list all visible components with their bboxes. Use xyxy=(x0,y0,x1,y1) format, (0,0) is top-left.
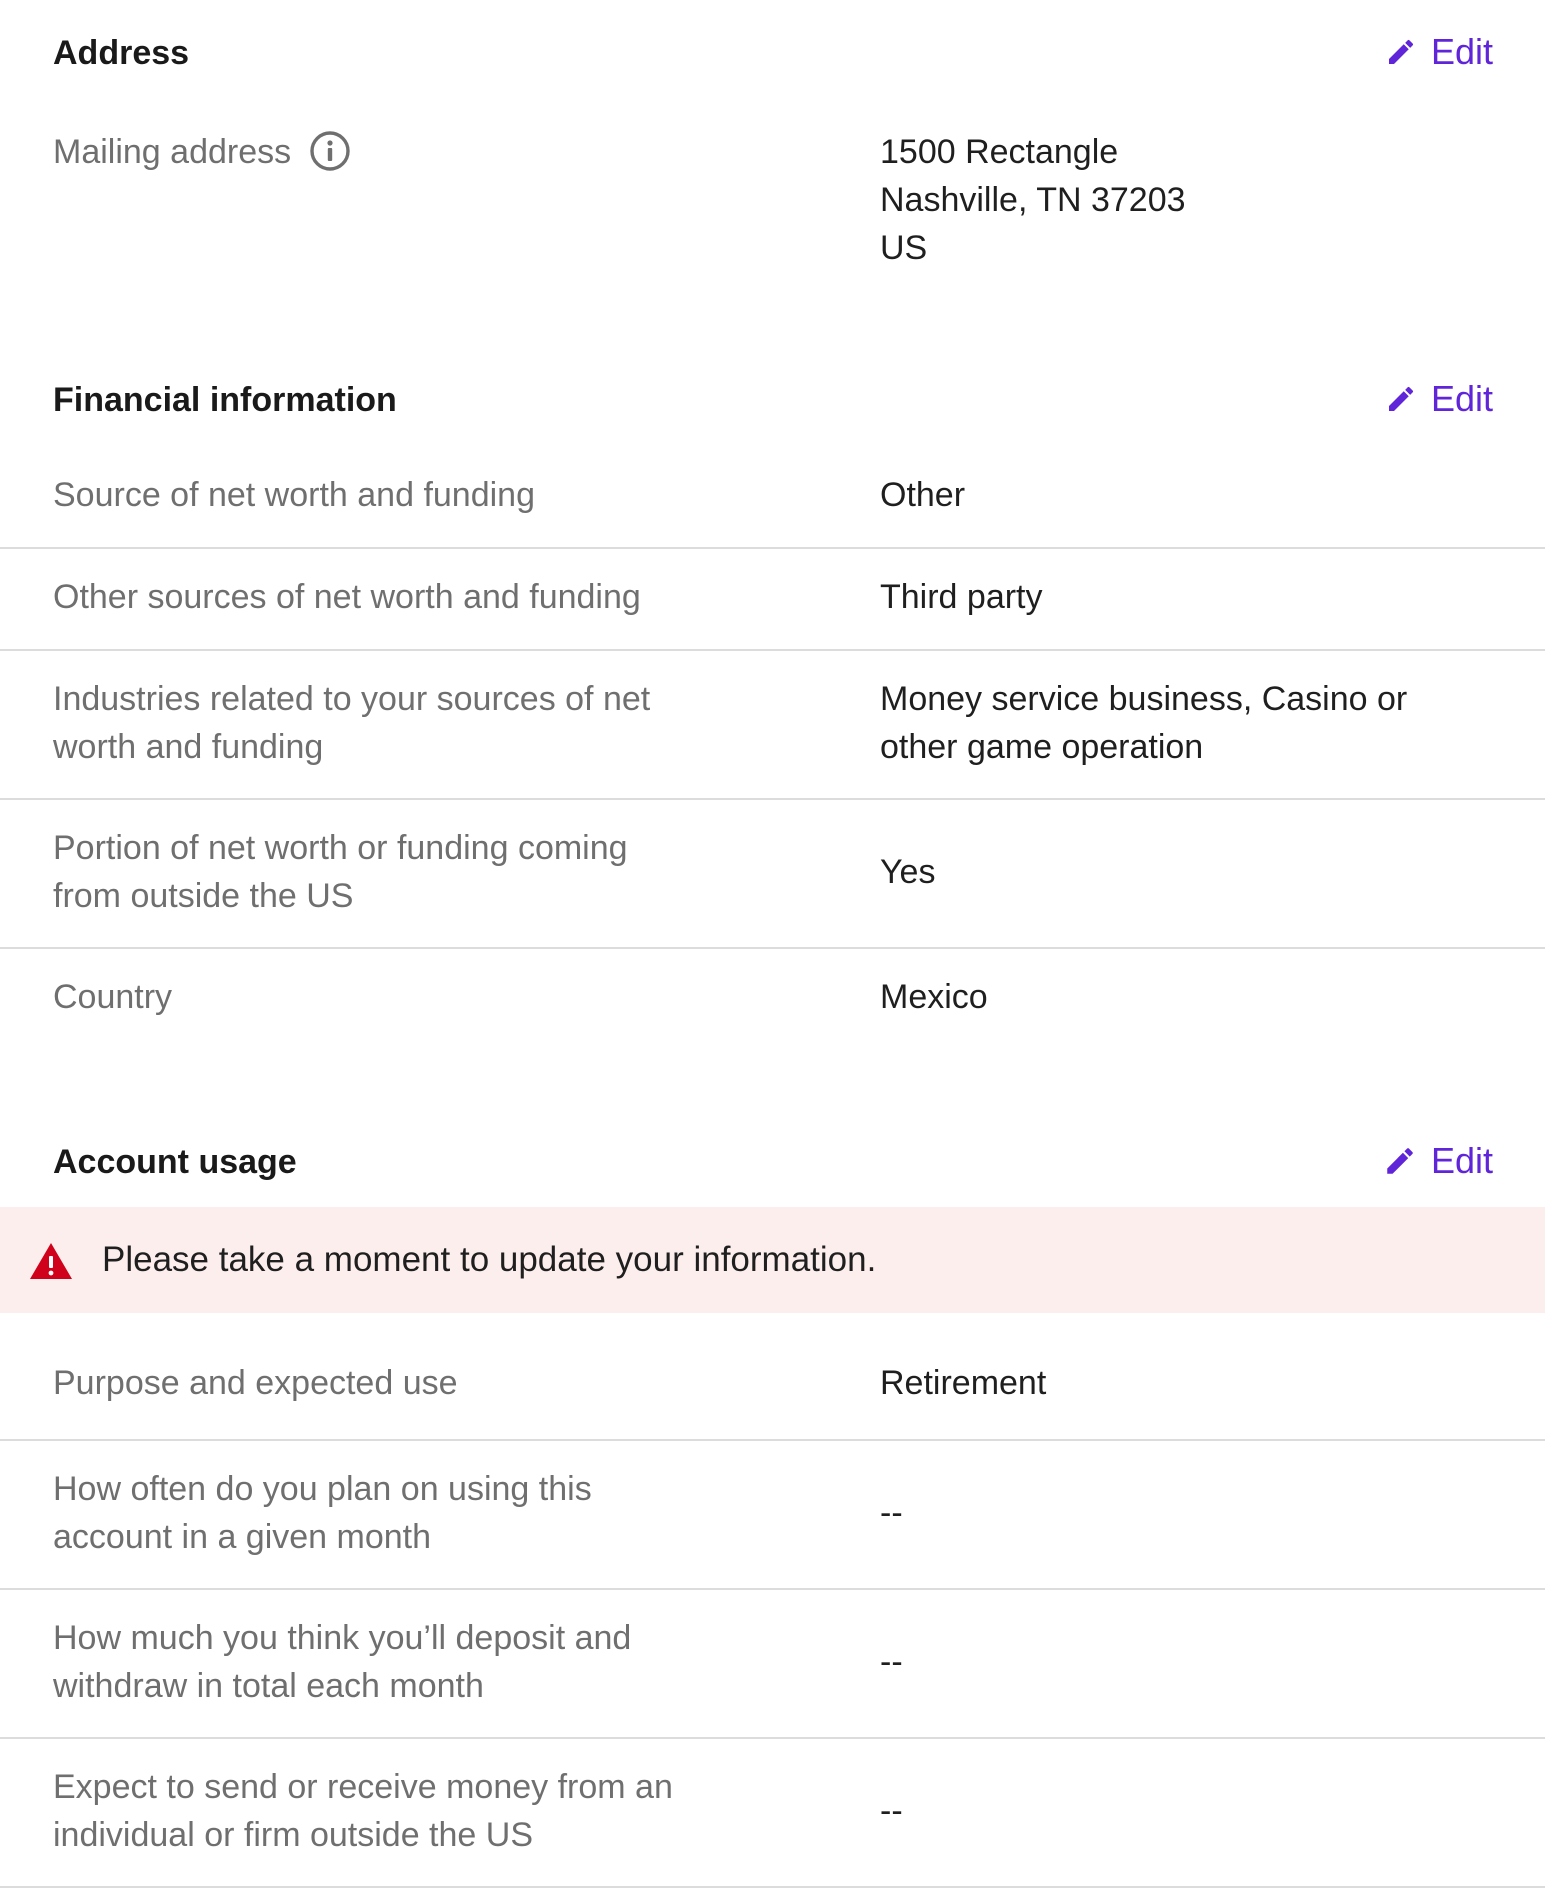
row-label: How much you think you’ll deposit and wi… xyxy=(53,1619,632,1705)
mailing-address-row: Mailing address 1500 Rectangle Nashville… xyxy=(0,100,1545,340)
info-icon[interactable] xyxy=(309,130,351,172)
list-item: Source of net worth and funding Other xyxy=(0,445,1545,549)
account-usage-edit-button[interactable]: Edit xyxy=(1383,1137,1493,1185)
account-usage-title: Account usage xyxy=(53,1143,297,1181)
row-label: How often do you plan on using this acco… xyxy=(53,1470,592,1556)
mailing-address-value: 1500 Rectangle Nashville, TN 37203 US xyxy=(880,128,1480,272)
row-label: Industries related to your sources of ne… xyxy=(53,680,651,766)
row-label: Source of net worth and funding xyxy=(53,476,535,514)
financial-title: Financial information xyxy=(53,381,397,419)
row-value: Mexico xyxy=(880,978,988,1016)
row-value: Other xyxy=(880,476,966,514)
mailing-address-line: US xyxy=(880,229,928,267)
mailing-address-line: Nashville, TN 37203 xyxy=(880,181,1186,219)
row-value: Third party xyxy=(880,578,1043,616)
financial-edit-label: Edit xyxy=(1430,378,1493,419)
row-label: Country xyxy=(53,978,173,1016)
row-label: Portion of net worth or funding coming f… xyxy=(53,829,628,915)
mailing-address-line: 1500 Rectangle xyxy=(880,133,1119,171)
pencil-icon xyxy=(1385,383,1417,415)
row-label: Other sources of net worth and funding xyxy=(53,578,641,616)
address-edit-label: Edit xyxy=(1430,31,1493,72)
list-item: Portion of net worth or funding coming f… xyxy=(0,800,1545,949)
account-usage-section: Account usage Edit Please take a moment … xyxy=(0,1090,1545,1888)
account-usage-edit-label: Edit xyxy=(1430,1140,1493,1181)
address-header: Address Edit xyxy=(0,0,1545,100)
list-item: Other sources of net worth and funding T… xyxy=(0,549,1545,651)
pencil-icon xyxy=(1385,36,1417,68)
row-value: Money service business, Casino or other … xyxy=(880,680,1408,766)
row-label: Expect to send or receive money from an … xyxy=(53,1768,673,1854)
row-value: Retirement xyxy=(880,1364,1047,1402)
list-item: How often do you plan on using this acco… xyxy=(0,1441,1545,1590)
address-title: Address xyxy=(53,34,190,72)
row-label: Purpose and expected use xyxy=(53,1364,458,1402)
list-item: Country Mexico xyxy=(0,949,1545,1079)
pencil-icon xyxy=(1383,1144,1417,1178)
row-value: -- xyxy=(880,1643,903,1681)
account-usage-header: Account usage Edit xyxy=(0,1090,1545,1207)
row-value: Yes xyxy=(880,853,936,891)
address-edit-button[interactable]: Edit xyxy=(1385,28,1493,76)
alert-message: Please take a moment to update your info… xyxy=(102,1240,877,1279)
address-section: Address Edit Mailing address 1500 Rectan… xyxy=(0,0,1545,340)
row-value: -- xyxy=(880,1494,903,1532)
financial-header: Financial information Edit xyxy=(0,340,1545,445)
list-item: Industries related to your sources of ne… xyxy=(0,651,1545,800)
financial-edit-button[interactable]: Edit xyxy=(1385,375,1493,423)
warning-triangle-icon xyxy=(30,1243,72,1279)
mailing-address-label: Mailing address xyxy=(53,133,292,171)
update-info-alert: Please take a moment to update your info… xyxy=(0,1207,1545,1313)
list-item: Purpose and expected use Retirement xyxy=(0,1313,1545,1441)
list-item: Expect to send or receive money from an … xyxy=(0,1739,1545,1888)
financial-section: Financial information Edit Source of net… xyxy=(0,340,1545,1090)
list-item: How much you think you’ll deposit and wi… xyxy=(0,1590,1545,1739)
row-value: -- xyxy=(880,1792,903,1830)
